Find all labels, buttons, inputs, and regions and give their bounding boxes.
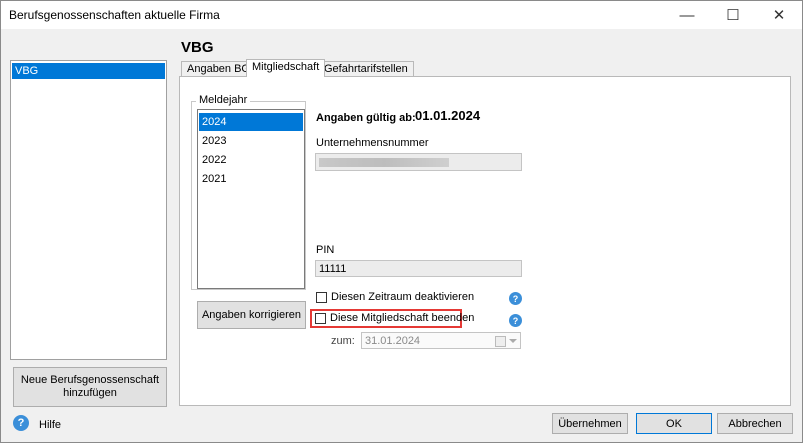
footer-help-icon[interactable]: ? — [13, 415, 29, 431]
end-membership-label[interactable]: Diese Mitgliedschaft beenden — [330, 312, 474, 324]
pin-field[interactable]: 11111 — [315, 260, 522, 277]
year-list[interactable]: 2024 2023 2022 2021 — [197, 109, 305, 289]
year-item[interactable]: 2021 — [199, 170, 303, 188]
page-title: VBG — [181, 39, 214, 56]
redacted-bar — [319, 157, 449, 167]
dialog-window: Berufsgenossenschaften aktuelle Firma — … — [0, 0, 803, 443]
year-item[interactable]: 2022 — [199, 151, 303, 169]
company-number-field[interactable] — [315, 153, 522, 171]
help-icon[interactable]: ? — [509, 314, 522, 327]
end-membership-checkbox[interactable] — [315, 313, 326, 324]
close-icon[interactable]: ✕ — [756, 1, 802, 29]
calendar-icon[interactable] — [495, 336, 506, 347]
title-bar: Berufsgenossenschaften aktuelle Firma — … — [1, 1, 802, 29]
company-number-label: Unternehmensnummer — [316, 137, 429, 149]
zum-label: zum: — [331, 335, 355, 347]
year-item[interactable]: 2023 — [199, 132, 303, 150]
end-date-value: 31.01.2024 — [365, 334, 421, 347]
pin-value: 11111 — [319, 262, 347, 275]
tab-mitgliedschaft[interactable]: Mitgliedschaft — [246, 59, 326, 77]
bg-list[interactable]: VBG — [10, 60, 167, 360]
valid-from-label: Angaben gültig ab: — [316, 112, 416, 124]
chevron-down-icon[interactable] — [509, 339, 517, 343]
minimize-icon[interactable]: — — [664, 1, 710, 29]
pin-label: PIN — [316, 244, 335, 256]
valid-from-value: 01.01.2024 — [415, 108, 481, 123]
tab-gefahrtarifstellen[interactable]: Gefahrtarifstellen — [318, 61, 414, 76]
help-icon[interactable]: ? — [509, 292, 522, 305]
tab-angaben-bg[interactable]: Angaben BG — [181, 61, 256, 76]
bg-list-item[interactable]: VBG — [12, 63, 165, 79]
help-link[interactable]: Hilfe — [39, 419, 61, 431]
add-bg-button[interactable]: Neue Berufsgenossenschaft hinzufügen — [13, 367, 167, 407]
apply-button[interactable]: Übernehmen — [552, 413, 628, 434]
window-title: Berufsgenossenschaften aktuelle Firma — [9, 8, 220, 22]
year-item[interactable]: 2024 — [199, 113, 303, 131]
deactivate-label[interactable]: Diesen Zeitraum deaktivieren — [331, 291, 474, 303]
deactivate-checkbox[interactable] — [316, 292, 327, 303]
maximize-icon[interactable]: ☐ — [710, 1, 756, 29]
ok-button[interactable]: OK — [636, 413, 712, 434]
correct-button[interactable]: Angaben korrigieren — [197, 301, 306, 329]
end-date-field[interactable]: 31.01.2024 — [361, 332, 521, 349]
cancel-button[interactable]: Abbrechen — [717, 413, 793, 434]
meldejahr-label: Meldejahr — [196, 94, 251, 106]
